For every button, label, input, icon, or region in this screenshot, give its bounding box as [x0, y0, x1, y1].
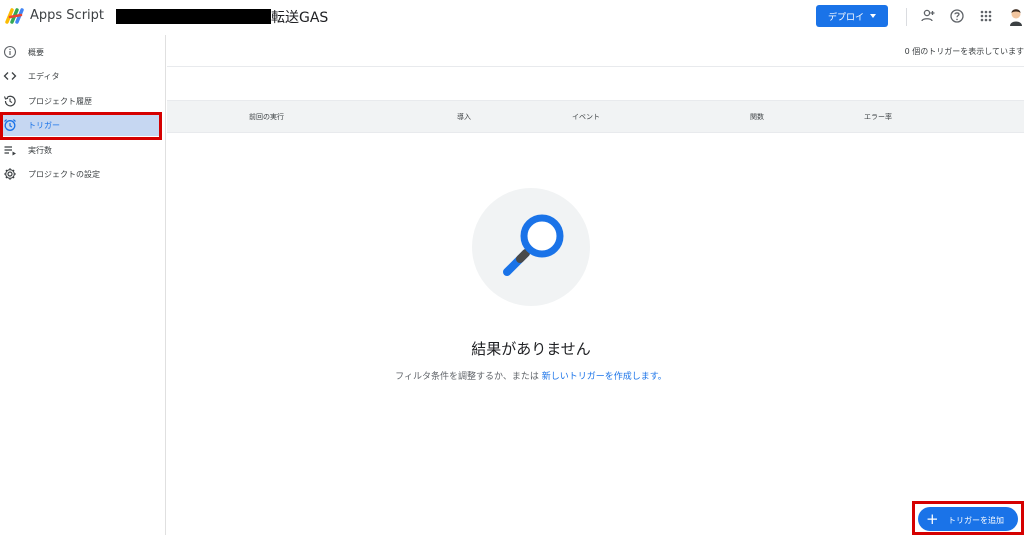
executions-icon [4, 146, 16, 156]
sidebar-item-history[interactable]: プロジェクト履歴 [0, 90, 160, 112]
empty-state-period: 。 [657, 372, 667, 382]
code-icon [3, 72, 17, 80]
caret-down-icon [870, 14, 876, 18]
apps-grid-icon[interactable] [978, 8, 994, 24]
column-header-event[interactable]: イベント [572, 112, 600, 122]
magnifier-icon [503, 214, 564, 276]
info-icon [3, 45, 17, 59]
sidebar-item-label: 概要 [28, 48, 44, 57]
sidebar-item-label: エディタ [28, 72, 60, 81]
sidebar-item-label: プロジェクトの設定 [28, 170, 100, 179]
deploy-button[interactable]: デプロイ [816, 5, 888, 27]
column-header-error-rate[interactable]: エラー率 [864, 112, 892, 122]
column-header-function[interactable]: 関数 [750, 112, 764, 122]
avatar[interactable] [1007, 6, 1024, 26]
sidebar-item-executions[interactable]: 実行数 [0, 139, 160, 161]
redacted-block [116, 9, 271, 24]
trigger-count-text: 0 個のトリガーを表示しています [904, 47, 1024, 56]
top-bar: Apps Script 転送GAS デプロイ [0, 0, 1024, 35]
sidebar-item-label: プロジェクト履歴 [28, 97, 92, 106]
sidebar-item-editor[interactable]: エディタ [0, 65, 160, 87]
empty-state-text: フィルタ条件を調整するか、または [395, 372, 542, 382]
empty-state-illustration [472, 188, 590, 306]
sidebar-item-label: 実行数 [28, 146, 52, 155]
history-icon [3, 95, 16, 107]
apps-script-logo[interactable] [5, 6, 25, 26]
gear-icon [4, 168, 16, 180]
help-icon[interactable] [949, 8, 965, 24]
project-title[interactable]: 転送GAS [271, 7, 328, 27]
highlight-box-triggers [0, 112, 162, 140]
sidebar: 概要 エディタ プロジェクト履歴 トリガー 実行数 プロジェクトの設定 [0, 35, 166, 535]
empty-state-title: 結果がありません [471, 340, 591, 358]
divider [167, 66, 1024, 67]
app-name[interactable]: Apps Script [30, 8, 104, 23]
sidebar-item-settings[interactable]: プロジェクトの設定 [0, 163, 160, 185]
highlight-box-add-trigger [912, 501, 1024, 535]
add-person-icon[interactable] [920, 8, 936, 24]
deploy-label: デプロイ [827, 12, 864, 23]
table-header: 前回の実行 導入 イベント 関数 エラー率 [167, 100, 1024, 133]
column-header-last-run[interactable]: 前回の実行 [249, 112, 284, 122]
divider [906, 8, 907, 26]
sidebar-item-overview[interactable]: 概要 [0, 41, 160, 63]
create-trigger-link[interactable]: 新しいトリガーを作成します [542, 372, 658, 382]
empty-state-description: フィルタ条件を調整するか、または 新しいトリガーを作成します。 [330, 369, 732, 382]
column-header-deployment[interactable]: 導入 [457, 112, 471, 122]
